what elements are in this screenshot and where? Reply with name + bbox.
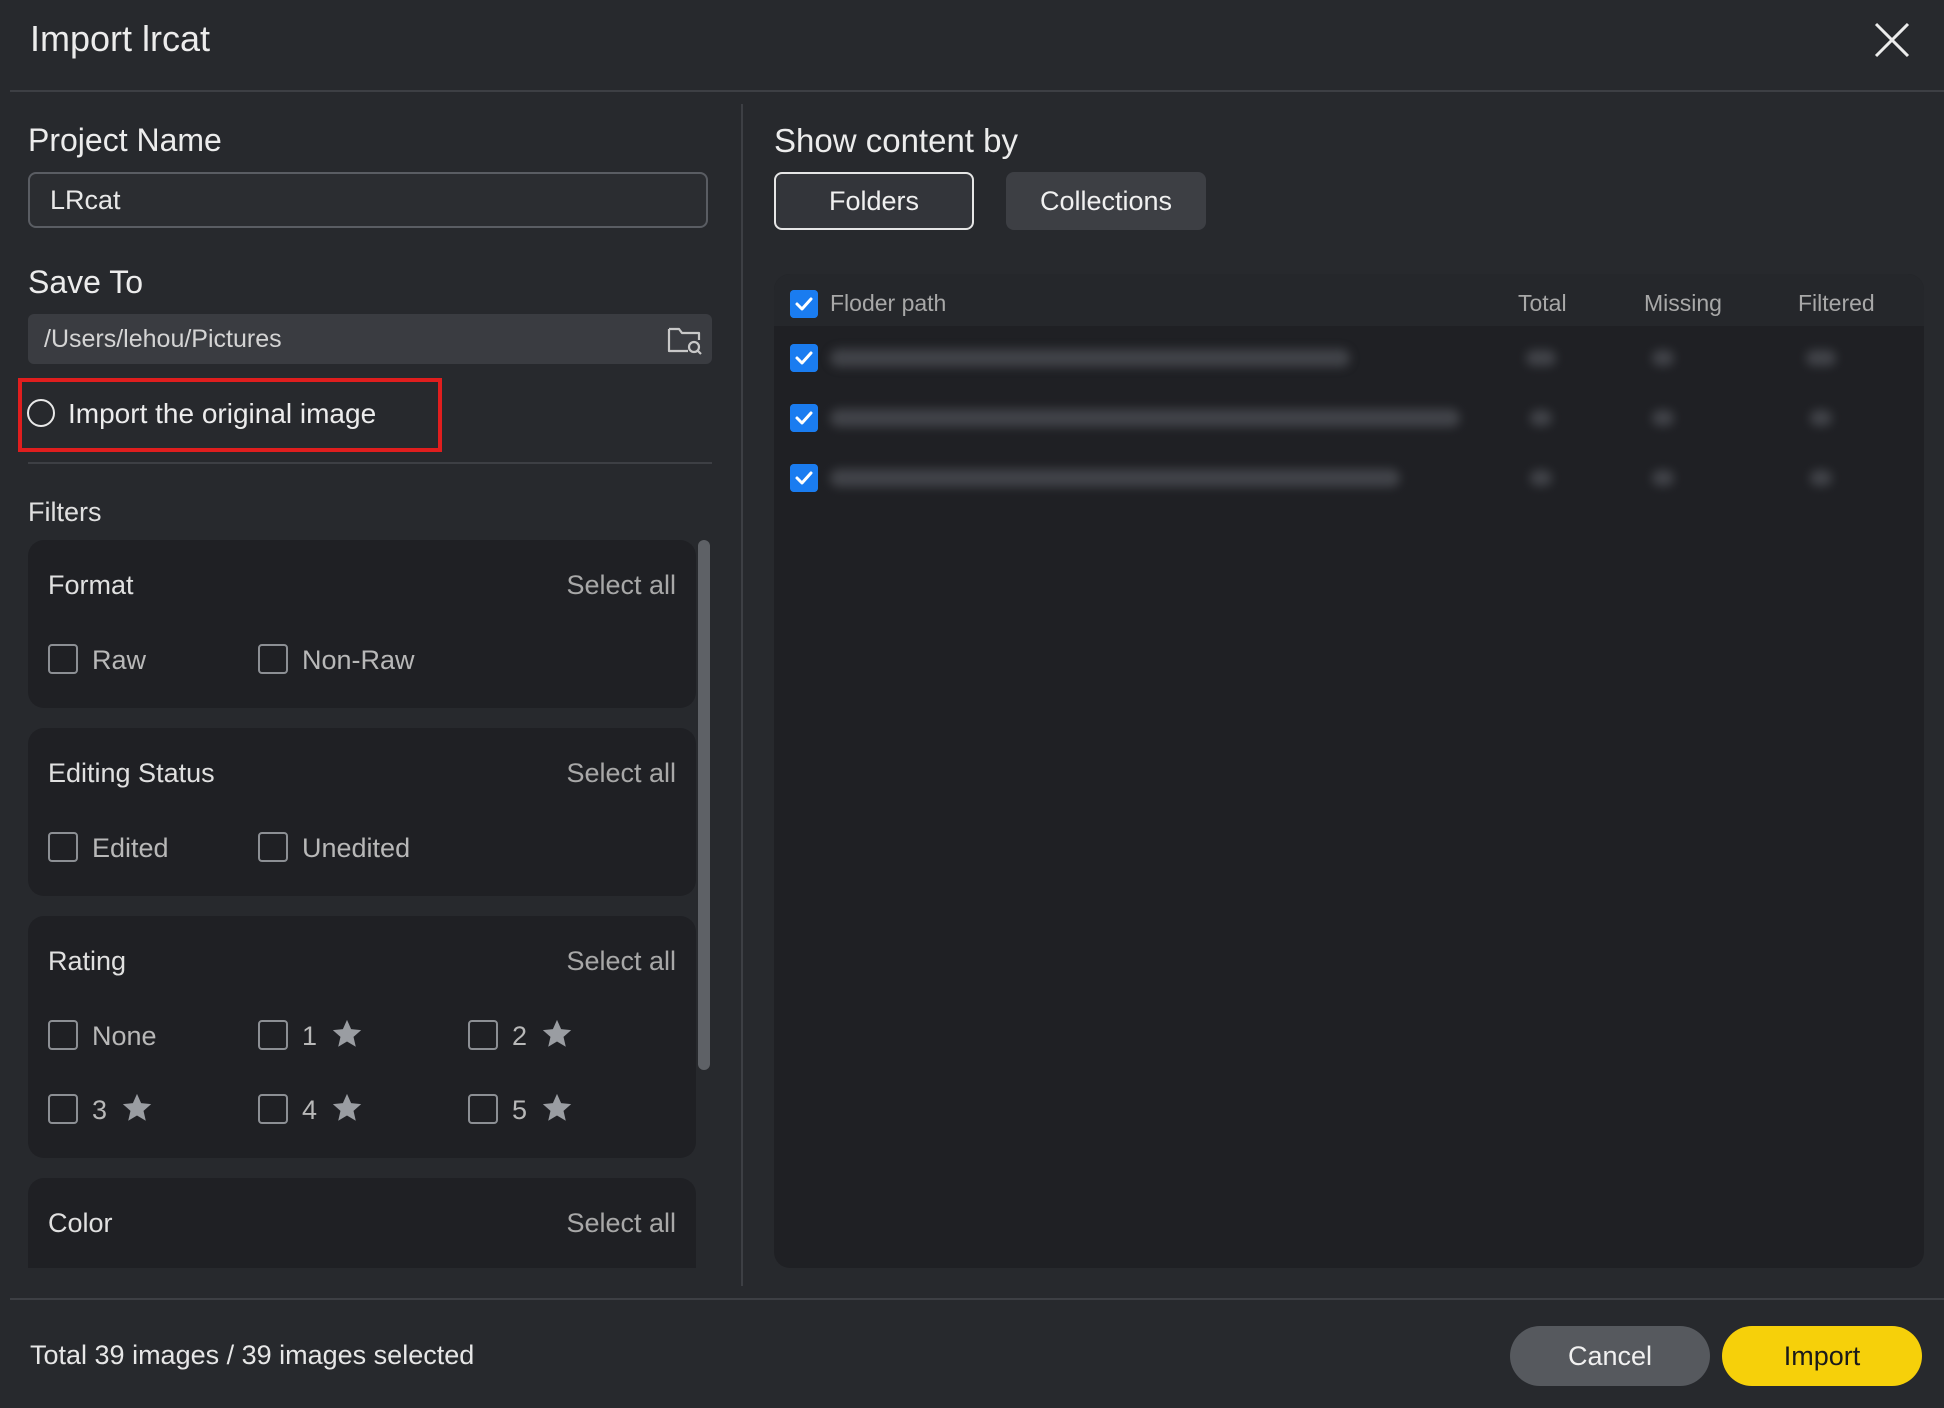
rating-select-all[interactable]: Select all [566, 946, 676, 977]
color-title: Color [48, 1208, 113, 1238]
editing-select-all[interactable]: Select all [566, 758, 676, 789]
footer-divider [10, 1298, 1944, 1300]
select-all-checkbox[interactable] [790, 290, 818, 318]
blurred-filtered [1806, 350, 1836, 366]
column-missing: Missing [1644, 290, 1722, 316]
project-name-input[interactable]: LRcat [28, 172, 708, 228]
column-divider [741, 104, 743, 1286]
blurred-total [1526, 350, 1556, 366]
color-select-all[interactable]: Select all [566, 1208, 676, 1239]
non-raw-checkbox[interactable] [258, 644, 288, 674]
tab-folders[interactable]: Folders [774, 172, 974, 230]
rating-1-label: 1 [302, 1021, 318, 1051]
star-icon [122, 1093, 152, 1121]
unedited-label: Unedited [302, 833, 411, 863]
rating-none-label: None [92, 1021, 157, 1051]
raw-label: Raw [92, 645, 147, 675]
editing-status-title: Editing Status [48, 758, 215, 788]
column-total: Total [1518, 290, 1567, 316]
rating-4-label: 4 [302, 1095, 318, 1125]
blurred-missing [1652, 470, 1674, 486]
cancel-button[interactable]: Cancel [1510, 1326, 1710, 1386]
format-title: Format [48, 570, 134, 600]
row-checkbox[interactable] [790, 344, 818, 372]
close-icon[interactable] [1866, 14, 1918, 66]
show-content-label: Show content by [774, 122, 1018, 159]
rating-1-checkbox[interactable] [258, 1020, 288, 1050]
filters-scrollbar[interactable] [698, 540, 710, 1070]
blurred-total [1530, 470, 1552, 486]
star-icon [542, 1019, 572, 1047]
rating-5-checkbox[interactable] [468, 1094, 498, 1124]
raw-checkbox[interactable] [48, 644, 78, 674]
blurred-path [830, 409, 1460, 427]
tab-collections[interactable]: Collections [1006, 172, 1206, 230]
rating-3-checkbox[interactable] [48, 1094, 78, 1124]
selection-status: Total 39 images / 39 images selected [30, 1340, 475, 1370]
blurred-filtered [1810, 410, 1832, 426]
save-to-label: Save To [28, 264, 144, 300]
edited-label: Edited [92, 833, 169, 863]
star-icon [542, 1093, 572, 1121]
rating-2-checkbox[interactable] [468, 1020, 498, 1050]
folder-search-icon[interactable] [666, 320, 704, 358]
rating-4-checkbox[interactable] [258, 1094, 288, 1124]
editing-status-filter-card: Editing Status Select all Edited Unedite… [28, 728, 696, 896]
project-name-label: Project Name [28, 122, 222, 158]
star-icon [332, 1019, 362, 1047]
format-filter-card: Format Select all Raw Non-Raw [28, 540, 696, 708]
rating-2-label: 2 [512, 1021, 528, 1051]
blurred-missing [1652, 350, 1674, 366]
table-header: Floder path Total Missing Filtered [774, 274, 1924, 326]
blurred-path [830, 469, 1400, 487]
non-raw-label: Non-Raw [302, 645, 415, 675]
dialog-title: Import lrcat [30, 18, 211, 59]
row-checkbox[interactable] [790, 404, 818, 432]
import-original-label[interactable]: Import the original image [68, 398, 376, 430]
left-divider [28, 462, 712, 464]
edited-checkbox[interactable] [48, 832, 78, 862]
blurred-filtered [1810, 470, 1832, 486]
folder-table: Floder path Total Missing Filtered [774, 274, 1924, 1268]
blurred-missing [1652, 410, 1674, 426]
star-icon [332, 1093, 362, 1121]
column-filered: Filtered [1798, 290, 1875, 316]
column-folder-path: Floder path [830, 290, 947, 316]
blurred-path [830, 349, 1350, 367]
format-select-all[interactable]: Select all [566, 570, 676, 601]
save-to-path-field[interactable]: /Users/lehou/Pictures [28, 314, 712, 364]
import-button[interactable]: Import [1722, 1326, 1922, 1386]
rating-none-checkbox[interactable] [48, 1020, 78, 1050]
rating-3-label: 3 [92, 1095, 108, 1125]
import-original-radio[interactable] [27, 399, 55, 427]
row-checkbox[interactable] [790, 464, 818, 492]
rating-5-label: 5 [512, 1095, 528, 1125]
blurred-total [1530, 410, 1552, 426]
filters-scroll-area: Format Select all Raw Non-Raw Editing St… [28, 540, 696, 1268]
filters-label: Filters [28, 497, 102, 527]
unedited-checkbox[interactable] [258, 832, 288, 862]
header-divider [10, 90, 1944, 92]
rating-title: Rating [48, 946, 127, 976]
color-filter-card: Color Select all [28, 1178, 696, 1268]
rating-filter-card: Rating Select all None 1 2 3 4 5 [28, 916, 696, 1158]
